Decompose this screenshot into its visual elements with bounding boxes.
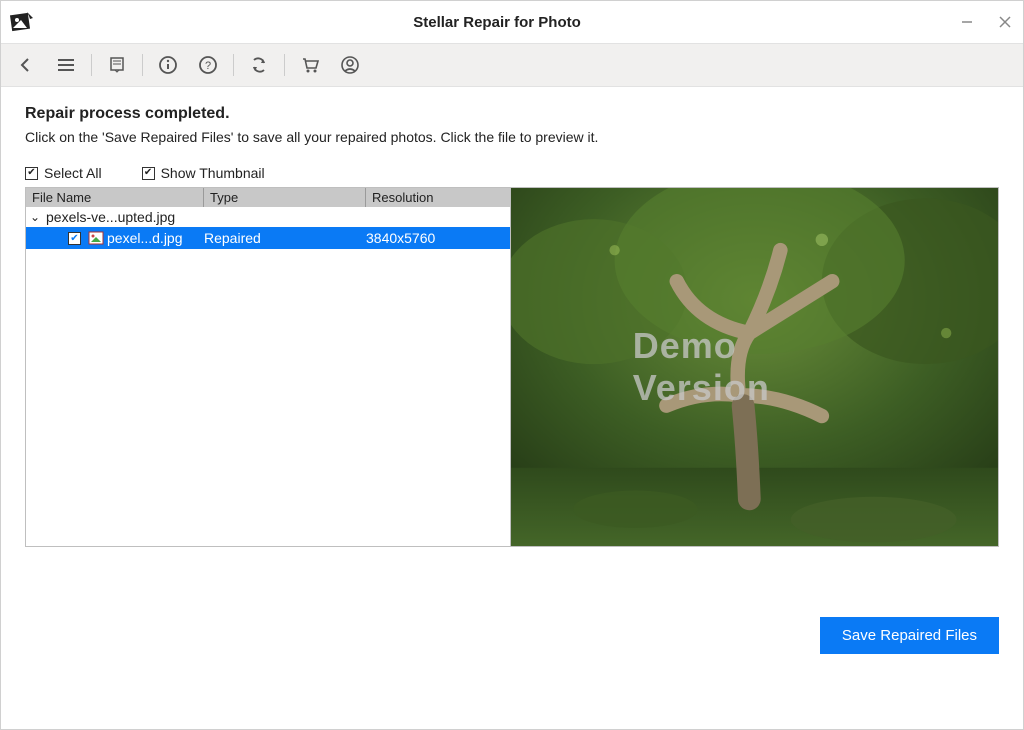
row-checkbox[interactable]: ✔ (68, 232, 81, 245)
separator (284, 54, 285, 76)
select-all-label: Select All (44, 165, 102, 181)
show-thumbnail-label: Show Thumbnail (161, 165, 265, 181)
file-tree-panel: File Name Type Resolution ⌄ pexels-ve...… (26, 188, 511, 546)
tree-child-row[interactable]: ✔ pexel...d.jpg Repaired 3840x5760 (26, 227, 510, 249)
demo-watermark: Demo Version (633, 325, 877, 409)
status-heading: Repair process completed. (25, 105, 999, 123)
content-area: Repair process completed. Click on the '… (1, 87, 1023, 729)
parent-file-name: pexels-ve...upted.jpg (46, 209, 175, 225)
titlebar: Stellar Repair for Photo (1, 1, 1023, 43)
list-icon[interactable] (102, 50, 132, 80)
app-window: Stellar Repair for Photo ? (0, 0, 1024, 730)
app-title: Stellar Repair for Photo (37, 14, 957, 31)
preview-panel: Demo Version (511, 188, 998, 546)
options-row: ✔ Select All ✔ Show Thumbnail (25, 165, 999, 181)
minimize-button[interactable] (957, 12, 977, 32)
back-button[interactable] (11, 50, 41, 80)
table-header: File Name Type Resolution (26, 188, 510, 207)
child-file-type: Repaired (204, 230, 366, 246)
toolbar: ? (1, 43, 1023, 87)
save-repaired-files-button[interactable]: Save Repaired Files (820, 617, 999, 654)
status-subheading: Click on the 'Save Repaired Files' to sa… (25, 129, 999, 145)
separator (142, 54, 143, 76)
separator (233, 54, 234, 76)
menu-icon[interactable] (51, 50, 81, 80)
app-logo-icon (9, 8, 37, 36)
show-thumbnail-checkbox[interactable]: ✔ Show Thumbnail (142, 165, 265, 181)
footer: Save Repaired Files (25, 617, 999, 654)
image-file-icon (88, 230, 104, 246)
checkbox-icon: ✔ (142, 167, 155, 180)
results-panel: File Name Type Resolution ⌄ pexels-ve...… (25, 187, 999, 547)
svg-text:?: ? (205, 60, 211, 72)
child-file-resolution: 3840x5760 (366, 230, 435, 246)
child-file-name: pexel...d.jpg (107, 230, 183, 246)
info-icon[interactable] (153, 50, 183, 80)
col-resolution[interactable]: Resolution (366, 188, 510, 207)
expand-caret-icon[interactable]: ⌄ (30, 210, 42, 224)
close-button[interactable] (995, 12, 1015, 32)
tree-parent-row[interactable]: ⌄ pexels-ve...upted.jpg (26, 207, 510, 227)
col-file-name[interactable]: File Name (26, 188, 204, 207)
select-all-checkbox[interactable]: ✔ Select All (25, 165, 102, 181)
refresh-icon[interactable] (244, 50, 274, 80)
col-type[interactable]: Type (204, 188, 366, 207)
user-icon[interactable] (335, 50, 365, 80)
cart-icon[interactable] (295, 50, 325, 80)
separator (91, 54, 92, 76)
tree-body[interactable]: ⌄ pexels-ve...upted.jpg ✔ pexel...d.jpg (26, 207, 510, 546)
help-icon[interactable]: ? (193, 50, 223, 80)
checkbox-icon: ✔ (25, 167, 38, 180)
